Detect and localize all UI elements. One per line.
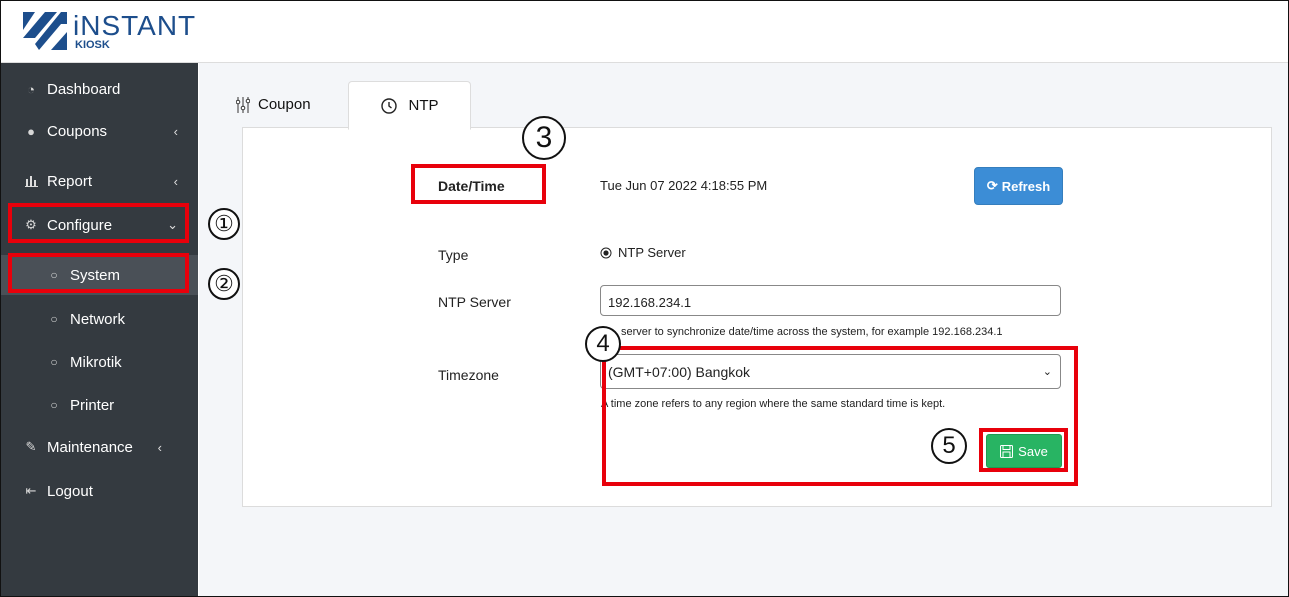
sidebar-item-label: Coupons: [47, 122, 108, 140]
logo-title: iNSTANT: [73, 9, 197, 41]
sidebar-item-label: Report: [47, 172, 93, 190]
sidebar: ◔ Dashboard ● Coupons ‹ Report ‹ ⚙ Confi…: [1, 63, 198, 596]
circle-icon: ○: [50, 312, 58, 326]
datetime-value: Tue Jun 07 2022 4:18:55 PM: [600, 178, 768, 193]
ntp-server-input[interactable]: 192.168.234.1: [600, 285, 1061, 316]
chevron-left-icon: ‹: [173, 173, 178, 189]
sidebar-item-report[interactable]: Report ‹: [1, 161, 198, 201]
highlight-box-configure: [8, 203, 189, 243]
circle-icon: ○: [50, 355, 58, 369]
sidebar-item-label: Maintenance: [47, 438, 133, 456]
radio-checked-icon: [600, 247, 612, 259]
logout-icon: ⇤: [25, 483, 37, 498]
step-4-marker: 4: [585, 326, 621, 362]
dashboard-icon: ◔: [27, 81, 35, 97]
type-label: Type: [438, 247, 469, 263]
type-radio-ntp[interactable]: NTP Server: [600, 245, 686, 260]
sidebar-item-label: Printer: [70, 396, 115, 414]
refresh-label: Refresh: [1001, 178, 1051, 194]
clock-icon: [380, 97, 397, 114]
bar-chart-icon: [23, 175, 39, 187]
timezone-label: Timezone: [438, 367, 499, 383]
top-bar: iNSTANT KIOSK: [1, 1, 1288, 63]
sidebar-item-label: Mikrotik: [70, 353, 122, 371]
logo[interactable]: iNSTANT KIOSK: [21, 7, 196, 55]
circle-icon: ○: [50, 398, 58, 412]
chevron-left-icon: ‹: [157, 439, 162, 455]
tab-label: Coupon: [258, 96, 311, 113]
tab-label: NTP: [408, 97, 439, 114]
logo-mark-icon: [21, 8, 69, 54]
tag-icon: ●: [27, 123, 35, 139]
sidebar-item-label: Network: [70, 310, 126, 328]
refresh-button[interactable]: ⟳ Refresh: [974, 167, 1063, 205]
sidebar-item-mikrotik[interactable]: ○ Mikrotik: [1, 342, 198, 382]
wrench-icon: ✎: [25, 439, 37, 454]
step-1-marker: ①: [208, 208, 240, 240]
highlight-box-datetime: [411, 164, 546, 204]
step-5-marker: 5: [931, 428, 967, 464]
refresh-icon: ⟳: [986, 178, 998, 193]
sidebar-item-label: Logout: [47, 482, 93, 500]
step-2-marker: ②: [208, 268, 240, 300]
highlight-box-save: [979, 428, 1068, 472]
sidebar-item-network[interactable]: ○ Network: [1, 299, 198, 339]
tab-coupon[interactable]: Coupon: [236, 81, 356, 128]
sidebar-item-label: Dashboard: [47, 80, 121, 98]
sidebar-item-coupons[interactable]: ● Coupons ‹: [1, 111, 198, 151]
sidebar-item-logout[interactable]: ⇤ Logout: [1, 471, 198, 511]
type-option-label: NTP Server: [618, 245, 686, 260]
sidebar-item-dashboard[interactable]: ◔ Dashboard: [1, 69, 198, 109]
logo-subtitle: KIOSK: [75, 38, 110, 51]
step-3-marker: 3: [522, 116, 566, 160]
ntp-server-label: NTP Server: [438, 294, 511, 310]
sliders-icon: [236, 96, 250, 113]
sidebar-item-printer[interactable]: ○ Printer: [1, 385, 198, 425]
chevron-left-icon: ‹: [173, 123, 178, 139]
highlight-box-system: [8, 253, 189, 293]
sidebar-item-maintenance[interactable]: ✎ Maintenance ‹: [1, 427, 198, 467]
ntp-server-help: server to synchronize date/time across t…: [621, 326, 1003, 338]
app-window: iNSTANT KIOSK ◔ Dashboard ● Coupons ‹ Re…: [0, 0, 1289, 597]
tab-ntp[interactable]: NTP: [348, 81, 471, 130]
